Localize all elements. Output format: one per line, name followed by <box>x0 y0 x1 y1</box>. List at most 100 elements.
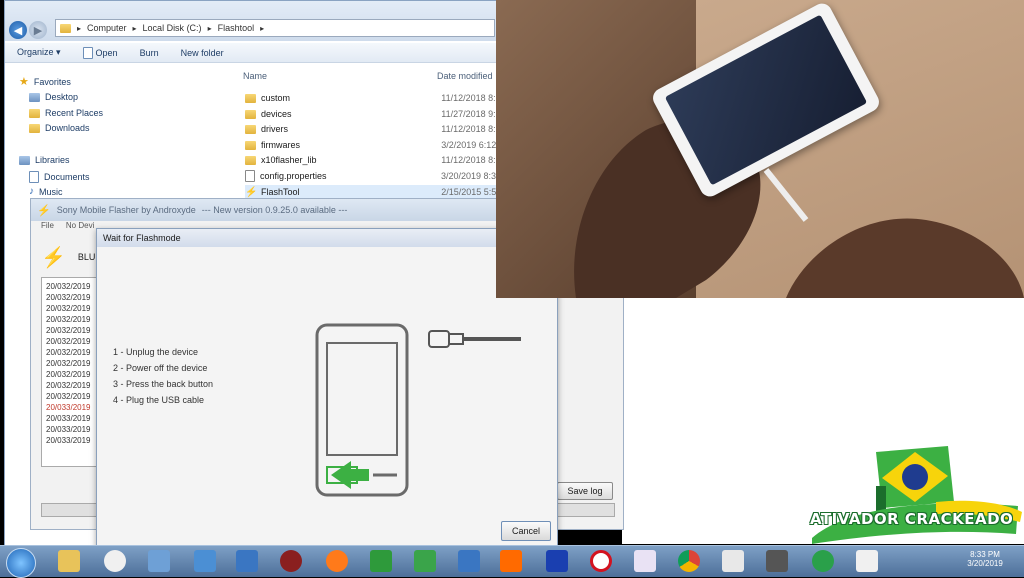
column-date-modified[interactable]: Date modified <box>437 71 493 81</box>
log-line: 20/032/2019 <box>46 348 91 357</box>
forward-button[interactable]: ▶ <box>29 21 47 39</box>
flasher-toolbar: ⚡ BLU <box>41 239 101 275</box>
save-log-button[interactable]: Save log <box>557 482 613 500</box>
blu-button[interactable]: BLU <box>78 252 96 262</box>
address-bar-area: ◀ ▶ ▸ Computer ▸ Local Disk (C:) ▸ Flash… <box>5 1 505 41</box>
taskbar-browser-icon[interactable] <box>812 550 834 572</box>
file-row[interactable]: firmwares 3/2/2019 6:12 P <box>245 138 501 152</box>
usb-cable-photo <box>763 168 809 222</box>
desktop-icon <box>29 92 40 102</box>
taskbar-window-icon[interactable] <box>722 550 744 572</box>
nav-favorites[interactable]: ★ Favorites <box>19 75 71 88</box>
burn-button[interactable]: Burn <box>140 48 159 58</box>
log-line: 20/032/2019 <box>46 315 91 324</box>
clock-date: 3/20/2019 <box>967 559 1003 568</box>
step-1: 1 - Unplug the device <box>113 347 199 357</box>
phone-usb-illustration <box>315 323 521 497</box>
log-line: 20/032/2019 <box>46 370 91 379</box>
log-line: 20/032/2019 <box>46 359 91 368</box>
breadcrumb-computer[interactable]: Computer <box>87 23 127 33</box>
taskbar-upload-icon[interactable] <box>236 550 258 572</box>
menu-file[interactable]: File <box>41 221 54 233</box>
start-button[interactable] <box>6 548 36 578</box>
folder-icon <box>60 23 71 33</box>
usb-head <box>448 333 464 345</box>
explorer-toolbar: Organize ▾ Open Burn New folder <box>5 43 505 63</box>
file-row[interactable]: custom 11/12/2018 8:5 <box>245 91 501 105</box>
folder-icon <box>245 140 256 150</box>
menu-devices[interactable]: No Devi <box>66 221 94 233</box>
open-icon <box>82 46 93 59</box>
taskbar-app-icon[interactable] <box>546 550 568 572</box>
file-row[interactable]: drivers 11/12/2018 8:5 <box>245 122 501 136</box>
taskbar-network-icon[interactable] <box>148 550 170 572</box>
bolt-icon: ⚡ <box>37 204 51 217</box>
new-folder-button[interactable]: New folder <box>181 48 224 58</box>
flasher-version-notice: --- New version 0.9.25.0 available --- <box>201 205 348 215</box>
log-line: 20/033/2019 <box>46 403 91 412</box>
taskbar-android2-icon[interactable] <box>414 550 436 572</box>
taskbar-chrome-icon[interactable] <box>678 550 700 572</box>
arrow-left-icon: ◀ <box>13 24 23 37</box>
taskbar: 8:33 PM 3/20/2019 <box>0 545 1024 578</box>
documents-icon <box>29 171 39 183</box>
chevron-right-icon: ▸ <box>207 23 212 33</box>
log-list[interactable]: 20/032/2019 20/032/2019 20/032/2019 20/032/… <box>41 277 101 467</box>
taskbar-tool-icon[interactable] <box>766 550 788 572</box>
phone-screen-outline <box>326 342 398 456</box>
bolt-icon: ⚡ <box>245 186 258 198</box>
right-progress-bar <box>557 503 615 517</box>
log-line: 20/033/2019 <box>46 414 91 423</box>
organize-button[interactable]: Organize ▾ <box>17 47 61 58</box>
open-button[interactable]: Open <box>82 46 118 59</box>
taskbar-download-icon[interactable] <box>458 550 480 572</box>
taskbar-flashtool-icon[interactable] <box>856 550 878 572</box>
cancel-button[interactable]: Cancel <box>501 521 551 541</box>
open-label: Open <box>95 47 118 58</box>
taskbar-gallery-icon[interactable] <box>634 550 656 572</box>
nav-desktop[interactable]: Desktop <box>29 92 78 102</box>
nav-favorites-label: Favorites <box>33 76 71 87</box>
file-date: 3/2/2019 6:12 P <box>441 140 501 150</box>
step-2: 2 - Power off the device <box>113 363 208 373</box>
taskbar-explorer-icon[interactable] <box>58 550 80 572</box>
nav-libraries-label: Libraries <box>35 155 70 165</box>
nav-libraries[interactable]: Libraries <box>19 155 70 165</box>
nav-documents[interactable]: Documents <box>29 171 90 183</box>
chevron-right-icon: ▸ <box>77 23 82 33</box>
flasher-title: Sony Mobile Flasher by Androxyde <box>56 205 196 215</box>
file-date: 3/20/2019 8:32 <box>441 171 501 181</box>
dialog-title: Wait for Flashmode <box>97 229 557 247</box>
back-button[interactable]: ◀ <box>9 21 27 39</box>
system-clock[interactable]: 8:33 PM 3/20/2019 <box>952 550 1018 568</box>
file-row-selected[interactable]: ⚡ FlashTool 2/15/2015 5:50 <box>245 185 501 199</box>
file-date: 11/12/2018 8:5 <box>441 155 501 165</box>
clock-time: 8:33 PM <box>970 550 1000 559</box>
usb-plug-icon <box>428 330 450 348</box>
file-row[interactable]: x10flasher_lib 11/12/2018 8:5 <box>245 153 501 167</box>
nav-downloads[interactable]: Downloads <box>29 123 90 133</box>
file-name: devices <box>260 109 292 119</box>
breadcrumb-flashtool[interactable]: Flashtool <box>218 23 255 33</box>
file-name: drivers <box>260 124 288 134</box>
file-row[interactable]: config.properties 3/20/2019 8:32 <box>245 169 501 183</box>
file-name: FlashTool <box>261 187 300 197</box>
flash-icon[interactable]: ⚡ <box>41 245 66 270</box>
taskbar-opera-icon[interactable] <box>590 550 612 572</box>
breadcrumb-local-disk[interactable]: Local Disk (C:) <box>143 23 202 33</box>
taskbar-firefox-icon[interactable] <box>326 550 348 572</box>
address-field[interactable]: ▸ Computer ▸ Local Disk (C:) ▸ Flashtool… <box>55 19 495 37</box>
column-name[interactable]: Name <box>243 71 267 81</box>
log-line: 20/032/2019 <box>46 381 91 390</box>
taskbar-media-icon[interactable] <box>104 550 126 572</box>
file-row[interactable]: devices 11/27/2018 9:5 <box>245 107 501 121</box>
nav-music[interactable]: ♪ Music <box>29 186 63 197</box>
taskbar-usb-icon[interactable] <box>194 550 216 572</box>
log-line: 20/033/2019 <box>46 436 91 445</box>
taskbar-mi-icon[interactable] <box>500 550 522 572</box>
taskbar-skull-icon[interactable] <box>280 550 302 572</box>
nav-recent-places[interactable]: Recent Places <box>29 108 103 118</box>
taskbar-android-icon[interactable] <box>370 550 392 572</box>
progress-bar <box>41 503 99 517</box>
nav-downloads-label: Downloads <box>45 123 90 133</box>
